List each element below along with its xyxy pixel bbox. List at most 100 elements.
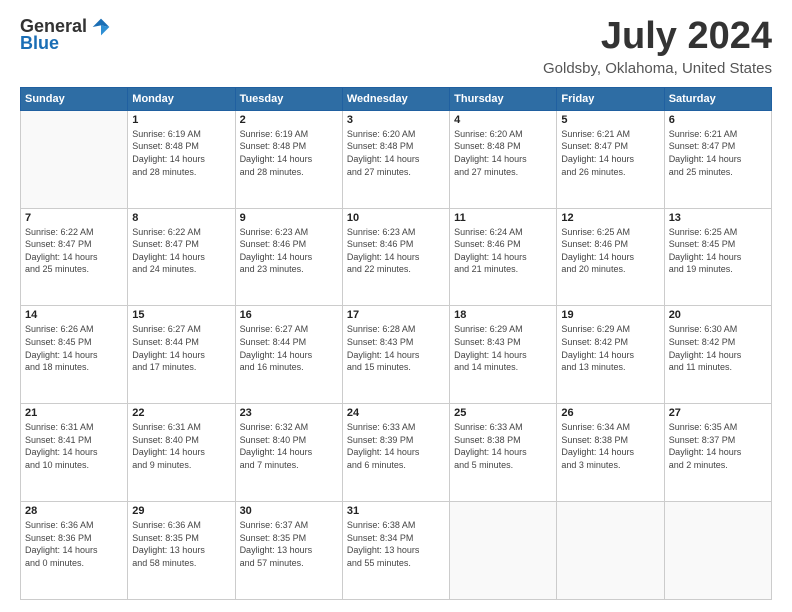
day-info: Sunrise: 6:21 AM Sunset: 8:47 PM Dayligh… [561,128,659,178]
day-number: 31 [347,505,445,517]
day-number: 20 [669,309,767,321]
day-info: Sunrise: 6:38 AM Sunset: 8:34 PM Dayligh… [347,519,445,569]
day-number: 6 [669,114,767,126]
day-info: Sunrise: 6:19 AM Sunset: 8:48 PM Dayligh… [240,128,338,178]
calendar-cell: 11 Sunrise: 6:24 AM Sunset: 8:46 PM Dayli… [450,208,557,306]
calendar-cell: 28Sunrise: 6:36 AM Sunset: 8:36 PM Dayli… [21,502,128,600]
calendar-week-row: 28Sunrise: 6:36 AM Sunset: 8:36 PM Dayli… [21,502,772,600]
day-info: Sunrise: 6:21 AM Sunset: 8:47 PM Dayligh… [669,128,767,178]
day-info: Sunrise: 6:23 AM Sunset: 8:46 PM Dayligh… [240,226,338,276]
logo-blue-text: Blue [20,33,59,54]
day-number: 19 [561,309,659,321]
calendar-week-row: 14Sunrise: 6:26 AM Sunset: 8:45 PM Dayli… [21,306,772,404]
calendar-cell [450,502,557,600]
calendar-cell: 31 Sunrise: 6:38 AM Sunset: 8:34 PM Dayli… [342,502,449,600]
calendar-header-wednesday: Wednesday [342,87,449,110]
calendar-cell: 8 Sunrise: 6:22 AM Sunset: 8:47 PM Daylig… [128,208,235,306]
calendar-cell: 17 Sunrise: 6:28 AM Sunset: 8:43 PM Dayli… [342,306,449,404]
calendar-cell: 3 Sunrise: 6:20 AM Sunset: 8:48 PM Daylig… [342,110,449,208]
calendar-cell: 14Sunrise: 6:26 AM Sunset: 8:45 PM Dayli… [21,306,128,404]
day-number: 3 [347,114,445,126]
day-info: Sunrise: 6:23 AM Sunset: 8:46 PM Dayligh… [347,226,445,276]
day-number: 22 [132,407,230,419]
header: General Blue July 2024 Goldsby, Oklahoma… [20,16,772,77]
calendar-header-row: SundayMondayTuesdayWednesdayThursdayFrid… [21,87,772,110]
day-info: Sunrise: 6:20 AM Sunset: 8:48 PM Dayligh… [347,128,445,178]
day-number: 21 [25,407,123,419]
calendar-cell: 19 Sunrise: 6:29 AM Sunset: 8:42 PM Dayli… [557,306,664,404]
day-number: 24 [347,407,445,419]
calendar-cell: 26Sunrise: 6:34 AM Sunset: 8:38 PM Dayli… [557,404,664,502]
day-info: Sunrise: 6:33 AM Sunset: 8:39 PM Dayligh… [347,421,445,471]
day-info: Sunrise: 6:25 AM Sunset: 8:46 PM Dayligh… [561,226,659,276]
day-number: 9 [240,212,338,224]
location: Goldsby, Oklahoma, United States [543,60,772,77]
day-number: 17 [347,309,445,321]
day-info: Sunrise: 6:32 AM Sunset: 8:40 PM Dayligh… [240,421,338,471]
day-number: 23 [240,407,338,419]
calendar-cell: 29 Sunrise: 6:36 AM Sunset: 8:35 PM Dayli… [128,502,235,600]
calendar-cell: 25 Sunrise: 6:33 AM Sunset: 8:38 PM Dayli… [450,404,557,502]
logo: General Blue [20,16,111,54]
calendar-cell [664,502,771,600]
calendar-header-monday: Monday [128,87,235,110]
calendar-week-row: 21 Sunrise: 6:31 AM Sunset: 8:41 PM Dayli… [21,404,772,502]
calendar-cell: 4Sunrise: 6:20 AM Sunset: 8:48 PM Daylig… [450,110,557,208]
day-number: 30 [240,505,338,517]
title-area: July 2024 Goldsby, Oklahoma, United Stat… [543,16,772,77]
day-number: 26 [561,407,659,419]
calendar-header-thursday: Thursday [450,87,557,110]
calendar-week-row: 7Sunrise: 6:22 AM Sunset: 8:47 PM Daylig… [21,208,772,306]
page: General Blue July 2024 Goldsby, Oklahoma… [0,0,792,612]
day-info: Sunrise: 6:33 AM Sunset: 8:38 PM Dayligh… [454,421,552,471]
day-info: Sunrise: 6:36 AM Sunset: 8:35 PM Dayligh… [132,519,230,569]
day-number: 1 [132,114,230,126]
day-number: 8 [132,212,230,224]
day-info: Sunrise: 6:31 AM Sunset: 8:40 PM Dayligh… [132,421,230,471]
day-info: Sunrise: 6:24 AM Sunset: 8:46 PM Dayligh… [454,226,552,276]
day-info: Sunrise: 6:28 AM Sunset: 8:43 PM Dayligh… [347,323,445,373]
day-info: Sunrise: 6:30 AM Sunset: 8:42 PM Dayligh… [669,323,767,373]
calendar-header-saturday: Saturday [664,87,771,110]
calendar-cell: 21 Sunrise: 6:31 AM Sunset: 8:41 PM Dayli… [21,404,128,502]
day-info: Sunrise: 6:25 AM Sunset: 8:45 PM Dayligh… [669,226,767,276]
day-info: Sunrise: 6:22 AM Sunset: 8:47 PM Dayligh… [25,226,123,276]
logo-icon [91,17,111,37]
day-info: Sunrise: 6:37 AM Sunset: 8:35 PM Dayligh… [240,519,338,569]
calendar-week-row: 1 Sunrise: 6:19 AM Sunset: 8:48 PM Daylig… [21,110,772,208]
calendar-cell: 22 Sunrise: 6:31 AM Sunset: 8:40 PM Dayli… [128,404,235,502]
calendar-header-friday: Friday [557,87,664,110]
calendar-header-tuesday: Tuesday [235,87,342,110]
day-info: Sunrise: 6:36 AM Sunset: 8:36 PM Dayligh… [25,519,123,569]
calendar-cell [557,502,664,600]
calendar: SundayMondayTuesdayWednesdayThursdayFrid… [20,87,772,600]
calendar-cell: 1 Sunrise: 6:19 AM Sunset: 8:48 PM Daylig… [128,110,235,208]
month-title: July 2024 [543,16,772,58]
calendar-cell: 23 Sunrise: 6:32 AM Sunset: 8:40 PM Dayli… [235,404,342,502]
calendar-cell: 20 Sunrise: 6:30 AM Sunset: 8:42 PM Dayli… [664,306,771,404]
calendar-cell: 15Sunrise: 6:27 AM Sunset: 8:44 PM Dayli… [128,306,235,404]
day-number: 15 [132,309,230,321]
calendar-cell: 13Sunrise: 6:25 AM Sunset: 8:45 PM Dayli… [664,208,771,306]
day-info: Sunrise: 6:31 AM Sunset: 8:41 PM Dayligh… [25,421,123,471]
calendar-cell: 9 Sunrise: 6:23 AM Sunset: 8:46 PM Daylig… [235,208,342,306]
day-info: Sunrise: 6:29 AM Sunset: 8:42 PM Dayligh… [561,323,659,373]
day-number: 12 [561,212,659,224]
day-number: 29 [132,505,230,517]
day-info: Sunrise: 6:22 AM Sunset: 8:47 PM Dayligh… [132,226,230,276]
day-number: 18 [454,309,552,321]
day-number: 11 [454,212,552,224]
calendar-header-sunday: Sunday [21,87,128,110]
day-number: 16 [240,309,338,321]
calendar-cell: 2Sunrise: 6:19 AM Sunset: 8:48 PM Daylig… [235,110,342,208]
day-info: Sunrise: 6:20 AM Sunset: 8:48 PM Dayligh… [454,128,552,178]
day-info: Sunrise: 6:35 AM Sunset: 8:37 PM Dayligh… [669,421,767,471]
day-number: 25 [454,407,552,419]
calendar-cell: 27Sunrise: 6:35 AM Sunset: 8:37 PM Dayli… [664,404,771,502]
day-info: Sunrise: 6:26 AM Sunset: 8:45 PM Dayligh… [25,323,123,373]
day-info: Sunrise: 6:27 AM Sunset: 8:44 PM Dayligh… [240,323,338,373]
day-info: Sunrise: 6:19 AM Sunset: 8:48 PM Dayligh… [132,128,230,178]
calendar-cell: 18Sunrise: 6:29 AM Sunset: 8:43 PM Dayli… [450,306,557,404]
calendar-cell: 12 Sunrise: 6:25 AM Sunset: 8:46 PM Dayli… [557,208,664,306]
day-number: 5 [561,114,659,126]
